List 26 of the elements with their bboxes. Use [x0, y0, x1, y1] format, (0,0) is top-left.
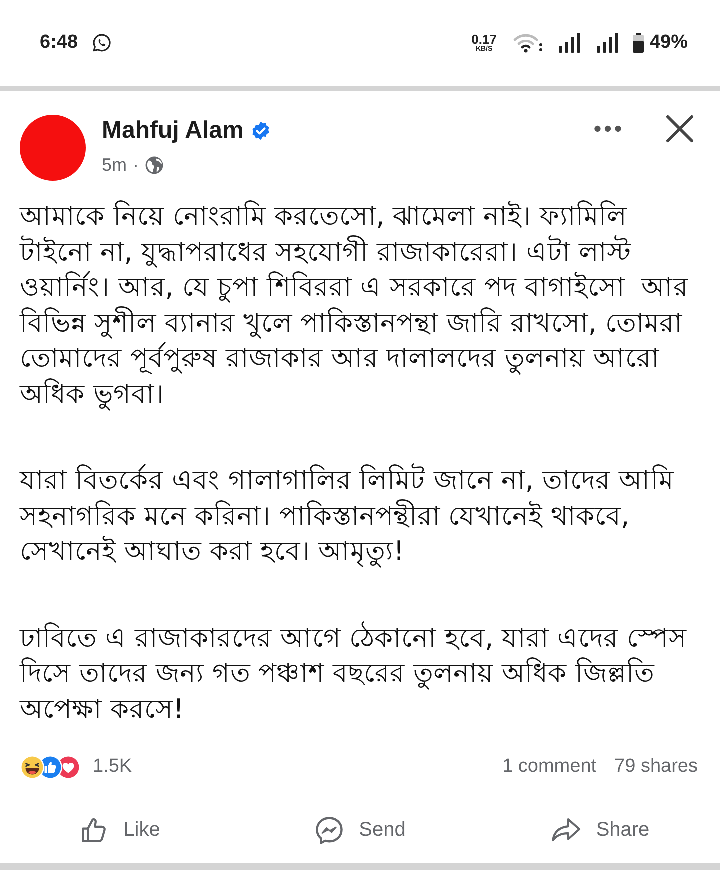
send-button[interactable]: Send	[240, 801, 480, 859]
share-count[interactable]: 79 shares	[614, 756, 698, 778]
share-button[interactable]: Share	[480, 801, 720, 859]
wifi-icon	[512, 33, 543, 53]
battery-icon	[632, 33, 644, 53]
whatsapp-icon	[92, 33, 112, 53]
network-speed-value: 0.17	[472, 33, 497, 46]
status-time: 6:48	[40, 32, 78, 54]
signal-icon	[558, 33, 581, 53]
post-paragraph: ঢাবিতে এ রাজাকারদের আগে ঠেকানো হবে, যারা এদের স্পেস দিসে তাদের জন্য গত পঞ্চাশ বছরের তুলনায় অধিক জিল্লতি অপেক্ষা করসে!	[20, 620, 688, 726]
battery-percent: 49%	[650, 32, 688, 54]
like-button[interactable]: Like	[0, 801, 240, 859]
post-paragraph: যারা বিতর্কের এবং গালাগালির লিমিট জানে না, তাদের আমি সহনাগরিক মনে করিনা। পাকিস্তানপন্থীরা যেখানেই থাকবে, সেখানেই আঘাত করা হবে। আমৃত্যু!	[20, 463, 675, 570]
separator-dot: ·	[133, 155, 140, 176]
more-dots-icon	[594, 125, 622, 133]
author-name[interactable]: Mahfuj Alam	[102, 117, 244, 145]
close-button[interactable]	[666, 115, 694, 143]
messenger-icon	[314, 814, 346, 846]
post-time: 5m	[102, 155, 128, 176]
comment-count[interactable]: 1 comment	[502, 756, 597, 778]
reaction-count[interactable]: 1.5K	[93, 756, 132, 778]
post-paragraph: আমাকে নিয়ে নোংরামি করতেসো, ঝামেলা নাই। ফ্যামিলি টাইনো না, যুদ্ধাপরাধের সহযোগী রাজাকারেরা। এটা লাস্ট ওয়ার্নিং। আর, যে চুপা শিবিররা এ সরকারে পদ বাগাইসো আর বিভিন্ন সুশীল ব্যানার খুলে পাকিস্তানপন্থা জারি রাখসো, তোমরা তোমাদের পূর্বপুরুষ রাজাকার আর দালালদের তুলনায় আরো অধিক ভুগবা।	[20, 200, 690, 412]
signal-icon	[596, 33, 619, 53]
laughing-emoji-icon	[20, 754, 45, 780]
globe-icon	[145, 156, 164, 175]
close-icon	[666, 115, 694, 143]
